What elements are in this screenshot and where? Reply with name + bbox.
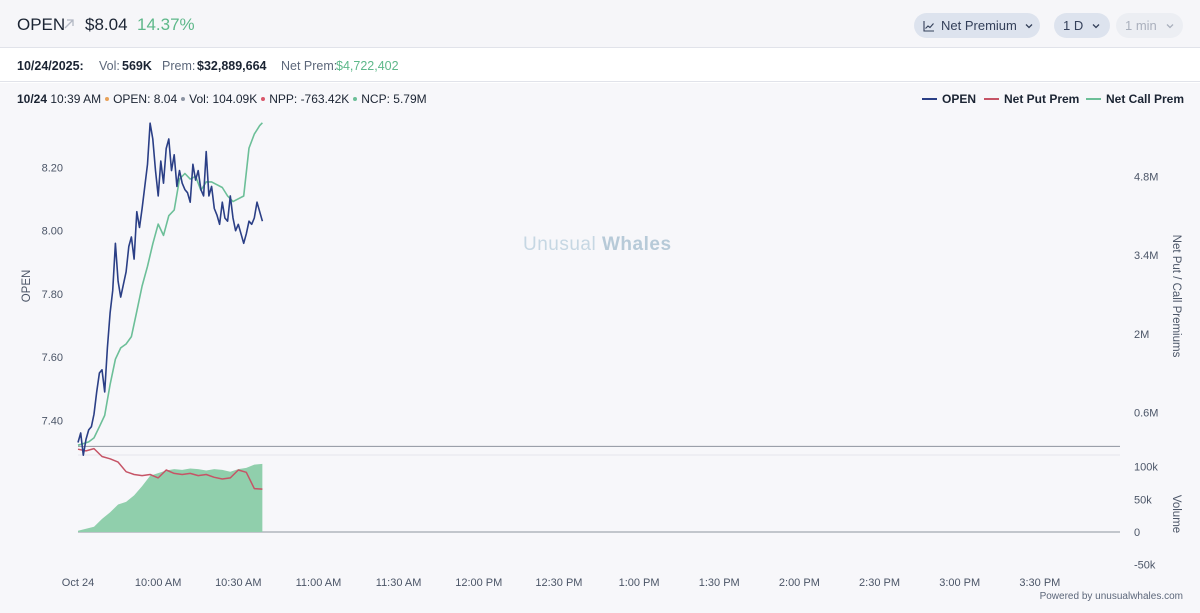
range-selector[interactable]: 1 D bbox=[1054, 13, 1110, 38]
stats-date: 10/24/2025: bbox=[17, 59, 84, 73]
current-price: $8.04 bbox=[85, 15, 128, 34]
crosshair-info: 10/24 10:39 AM OPEN: 8.04 Vol: 104.09K NPP:… bbox=[17, 92, 427, 106]
stats-vol-value: 569K bbox=[122, 59, 152, 73]
legend-net-put-label: Net Put Prem bbox=[1004, 92, 1080, 106]
orange-dot-icon bbox=[105, 96, 110, 101]
crosshair-open-label: OPEN: bbox=[113, 92, 151, 106]
stats-vol-label: Vol: bbox=[99, 59, 120, 73]
range-selector-label: 1 D bbox=[1063, 18, 1084, 33]
stats-netprem-value: $4,722,402 bbox=[336, 59, 399, 73]
stats-netprem-label: Net Prem: bbox=[281, 59, 338, 73]
line-chart-icon bbox=[923, 20, 934, 32]
crosshair-vol-label: Vol: bbox=[189, 92, 210, 106]
metric-selector-label: Net Premium bbox=[941, 18, 1017, 33]
crosshair-ncp-value: 5.79M bbox=[393, 92, 427, 106]
price-change-percent: 14.37% bbox=[137, 15, 195, 34]
legend-open[interactable]: OPEN bbox=[922, 92, 976, 106]
ticker-symbol[interactable]: OPEN bbox=[17, 15, 65, 35]
watermark: Unusual Whales bbox=[523, 234, 672, 256]
red-dot-icon bbox=[261, 96, 266, 101]
crosshair-npp-value: -763.42K bbox=[300, 92, 350, 106]
legend-open-swatch bbox=[922, 98, 937, 100]
green-dot-icon bbox=[353, 96, 358, 101]
legend-open-label: OPEN bbox=[942, 92, 977, 106]
interval-selector-label: 1 min bbox=[1125, 18, 1157, 33]
chevron-down-icon bbox=[1092, 23, 1100, 28]
crosshair-npp-label: NPP: bbox=[269, 92, 298, 106]
crosshair-open-value: 8.04 bbox=[153, 92, 178, 106]
gray-dot-icon bbox=[181, 96, 186, 101]
watermark-part2: Whales bbox=[602, 234, 672, 255]
crosshair-time: 10:39 AM bbox=[50, 92, 102, 106]
stats-prem-label: Prem: bbox=[162, 59, 196, 73]
watermark-part1: Unusual bbox=[523, 234, 597, 255]
stats-prem-value: $32,889,664 bbox=[197, 59, 267, 73]
legend-net-call[interactable]: Net Call Prem bbox=[1086, 92, 1184, 106]
interval-selector[interactable]: 1 min bbox=[1116, 13, 1183, 38]
powered-by[interactable]: Powered by unusualwhales.com bbox=[1040, 591, 1183, 602]
chart-area[interactable] bbox=[0, 83, 1200, 613]
legend-net-put[interactable]: Net Put Prem bbox=[984, 92, 1079, 106]
daily-stats-bar: 10/24/2025: Vol: 569K Prem: $32,889,664 … bbox=[0, 49, 1200, 82]
crosshair-date: 10/24 bbox=[17, 92, 48, 106]
legend-net-call-label: Net Call Prem bbox=[1106, 92, 1185, 106]
chevron-down-icon bbox=[1166, 23, 1174, 28]
crosshair-vol-value: 104.09K bbox=[212, 92, 258, 106]
crosshair-ncp-label: NCP: bbox=[361, 92, 390, 106]
legend-net-put-swatch bbox=[984, 98, 999, 100]
metric-selector[interactable]: Net Premium bbox=[914, 13, 1040, 38]
chevron-down-icon bbox=[1025, 23, 1033, 28]
arrow-up-right-icon[interactable] bbox=[62, 17, 76, 31]
legend-net-call-swatch bbox=[1086, 98, 1101, 100]
top-header: OPEN $8.04 14.37% Net Premium 1 D 1 min bbox=[0, 0, 1200, 48]
